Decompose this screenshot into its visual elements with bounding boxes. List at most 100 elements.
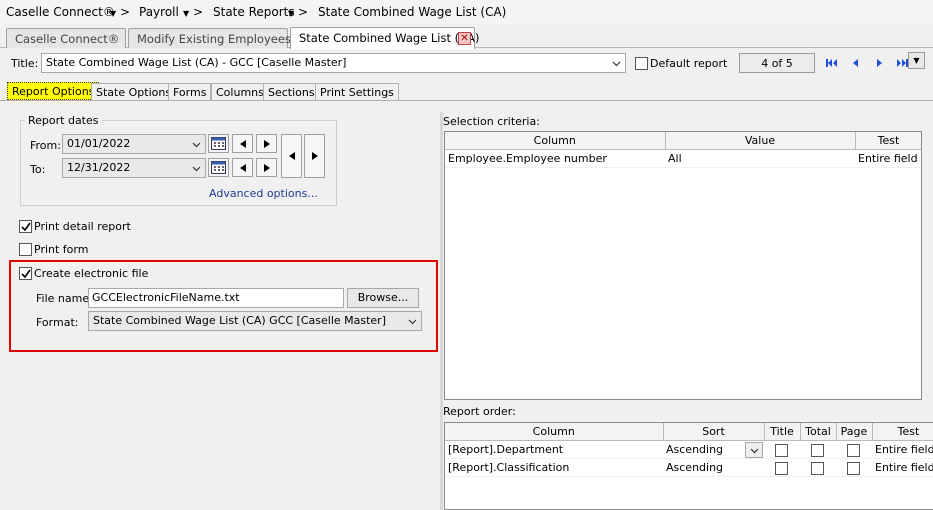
- title-value: State Combined Wage List (CA) - GCC [Cas…: [46, 56, 347, 69]
- column-header[interactable]: Test: [855, 132, 921, 150]
- tab-modify-existing-employees[interactable]: Modify Existing Employees: [128, 28, 291, 48]
- to-next-button[interactable]: [256, 158, 277, 177]
- tab-caselle-connect[interactable]: Caselle Connect®: [6, 28, 126, 48]
- to-label: To:: [30, 163, 46, 176]
- cell-column[interactable]: Employee.Employee number: [445, 149, 665, 168]
- selection-criteria-grid[interactable]: Column Value Test Employee.Employee numb…: [444, 131, 922, 400]
- chevron-down-icon[interactable]: ▼: [908, 52, 925, 69]
- chevron-down-icon[interactable]: ▼: [110, 9, 116, 18]
- title-checkbox-cell[interactable]: [764, 440, 800, 459]
- from-previous-button[interactable]: [232, 134, 253, 153]
- title-select[interactable]: State Combined Wage List (CA) - GCC [Cas…: [41, 53, 626, 73]
- column-header[interactable]: Test: [872, 423, 933, 441]
- to-date-select[interactable]: 12/31/2022: [62, 158, 206, 178]
- print-detail-checkbox[interactable]: [19, 220, 32, 233]
- triangle-left-icon: [240, 140, 246, 148]
- last-record-icon[interactable]: [895, 56, 909, 70]
- panel-splitter[interactable]: [440, 112, 443, 510]
- total-checkbox[interactable]: [811, 461, 824, 475]
- default-report-label: Default report: [650, 57, 728, 70]
- cell-column[interactable]: [Report].Department: [445, 440, 663, 459]
- column-header[interactable]: Value: [665, 132, 856, 150]
- next-record-icon[interactable]: [872, 56, 886, 70]
- column-header[interactable]: Total: [800, 423, 837, 441]
- chevron-down-icon: [192, 142, 201, 148]
- total-checkbox-cell[interactable]: [800, 440, 836, 459]
- tab-columns[interactable]: Columns: [211, 83, 269, 100]
- tab-print-settings[interactable]: Print Settings: [315, 83, 399, 100]
- tab-state-options[interactable]: State Options: [91, 83, 177, 100]
- sort-select[interactable]: Ascending: [663, 458, 764, 477]
- column-header[interactable]: Title: [764, 423, 801, 441]
- total-checkbox[interactable]: [811, 443, 824, 457]
- checkmark-icon: [21, 222, 31, 232]
- from-label: From:: [30, 139, 61, 152]
- triangle-right-icon: [264, 140, 270, 148]
- title-checkbox[interactable]: [775, 461, 788, 475]
- breadcrumb-separator[interactable]: ▼ >: [183, 5, 203, 19]
- highlight-box: [9, 260, 438, 352]
- tab-report-options[interactable]: Report Options: [7, 82, 100, 100]
- previous-record-icon[interactable]: [849, 56, 863, 70]
- cell-column[interactable]: [Report].Classification: [445, 458, 663, 477]
- cell-test[interactable]: Entire field: [855, 149, 921, 168]
- tab-forms[interactable]: Forms: [168, 83, 212, 100]
- page-checkbox-cell[interactable]: [836, 440, 872, 459]
- triangle-left-icon: [289, 152, 295, 160]
- column-header[interactable]: Column: [445, 423, 664, 441]
- from-date-value: 01/01/2022: [67, 137, 131, 150]
- page-checkbox[interactable]: [847, 443, 860, 457]
- tab-sections[interactable]: Sections: [263, 83, 320, 100]
- title-checkbox-cell[interactable]: [764, 458, 800, 477]
- column-header[interactable]: Sort: [663, 423, 765, 441]
- default-report-checkbox[interactable]: [635, 57, 648, 70]
- to-calendar-button[interactable]: [208, 158, 229, 177]
- range-previous-button[interactable]: [281, 134, 302, 178]
- total-checkbox-cell[interactable]: [800, 458, 836, 477]
- title-checkbox[interactable]: [775, 443, 788, 457]
- record-counter: 4 of 5: [739, 53, 815, 73]
- column-header[interactable]: Column: [445, 132, 666, 150]
- breadcrumb-state-reports[interactable]: State Reports: [213, 5, 295, 19]
- table-row[interactable]: [Report].Classification Ascending Entire…: [445, 458, 933, 477]
- grid-header-row: Column Value Test: [445, 132, 921, 150]
- tab-state-combined-wage-list[interactable]: State Combined Wage List (CA) ✕: [290, 27, 480, 49]
- triangle-right-icon: [264, 164, 270, 172]
- first-record-icon[interactable]: [825, 56, 839, 70]
- page-checkbox-cell[interactable]: [836, 458, 872, 477]
- to-previous-button[interactable]: [232, 158, 253, 177]
- advanced-options-link[interactable]: Advanced options...: [209, 187, 318, 200]
- tab-label: State Combined Wage List (CA): [299, 31, 480, 45]
- calendar-icon: [211, 137, 226, 150]
- chevron-down-icon[interactable]: ▼: [183, 9, 189, 18]
- triangle-left-icon: [240, 164, 246, 172]
- chevron-down-icon: [750, 448, 759, 453]
- print-detail-label: Print detail report: [34, 220, 131, 233]
- breadcrumb-payroll[interactable]: Payroll: [139, 5, 179, 19]
- table-row[interactable]: [Report].Department Ascending Entire fie…: [445, 440, 933, 459]
- range-next-button[interactable]: [304, 134, 325, 178]
- page-checkbox[interactable]: [847, 461, 860, 475]
- from-next-button[interactable]: [256, 134, 277, 153]
- breadcrumb-app[interactable]: Caselle Connect®: [6, 5, 115, 19]
- column-header[interactable]: Page: [836, 423, 873, 441]
- cell-value[interactable]: All: [665, 149, 855, 168]
- sort-select[interactable]: Ascending: [663, 440, 764, 459]
- chevron-down-icon[interactable]: ▼: [288, 9, 294, 18]
- document-tabs: Caselle Connect® Modify Existing Employe…: [0, 24, 933, 69]
- sort-dropdown-button[interactable]: [745, 441, 763, 457]
- breadcrumb: Caselle Connect® ▼ > Payroll ▼ > State R…: [0, 0, 933, 24]
- print-form-checkbox[interactable]: [19, 243, 32, 256]
- close-icon[interactable]: ✕: [458, 32, 471, 45]
- breadcrumb-separator[interactable]: ▼ >: [288, 5, 308, 19]
- table-row[interactable]: Employee.Employee number All Entire fiel…: [445, 149, 921, 168]
- from-date-select[interactable]: 01/01/2022: [62, 134, 206, 154]
- chevron-down-icon: [612, 61, 621, 67]
- sort-value: Ascending: [666, 442, 724, 456]
- cell-test[interactable]: Entire field: [872, 458, 933, 477]
- cell-test[interactable]: Entire field: [872, 440, 933, 459]
- report-order-grid[interactable]: Column Sort Title Total Page Test [Repor…: [444, 422, 933, 510]
- selection-criteria-title: Selection criteria:: [443, 115, 540, 128]
- breadcrumb-separator[interactable]: ▼ >: [110, 5, 130, 19]
- from-calendar-button[interactable]: [208, 134, 229, 153]
